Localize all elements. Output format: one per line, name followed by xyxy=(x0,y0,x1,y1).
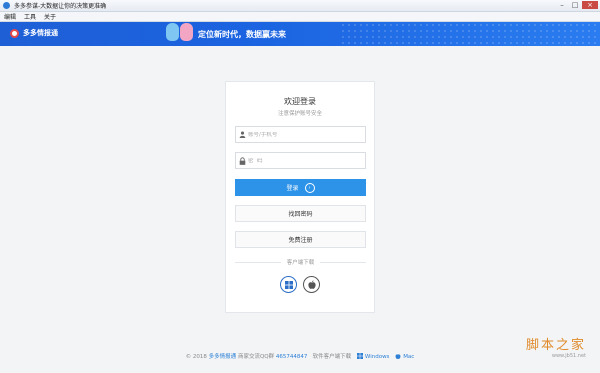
password-input[interactable] xyxy=(248,157,353,164)
menu-bar: 编辑 工具 关于 xyxy=(0,12,600,22)
lock-icon xyxy=(236,153,248,168)
app-icon xyxy=(3,2,10,9)
close-icon[interactable]: × xyxy=(582,1,598,9)
menu-edit[interactable]: 编辑 xyxy=(4,12,16,21)
username-input[interactable] xyxy=(248,131,353,138)
login-title: 欢迎登录 xyxy=(284,97,316,106)
password-field[interactable] xyxy=(235,152,366,169)
header-banner: 多多情报通 定位新时代，数据赢未来 xyxy=(0,22,600,46)
forgot-password-button[interactable]: 找回密码 xyxy=(235,205,366,222)
brand-logo: 多多情报通 xyxy=(10,28,58,38)
maximize-icon[interactable]: □ xyxy=(569,1,581,9)
register-label: 免费注册 xyxy=(288,237,313,244)
logo-text: 多多情报通 xyxy=(23,29,58,37)
footer-windows-link[interactable]: Windows xyxy=(365,354,390,360)
watermark: 脚本之家 www.jb51.net xyxy=(526,334,586,359)
download-text: 软件客户端下载 xyxy=(312,354,352,360)
window-controls: – □ × xyxy=(556,1,598,9)
windows-icon xyxy=(356,352,363,361)
watermark-url: www.jb51.net xyxy=(551,353,586,359)
login-card: 欢迎登录 注意保护账号安全 登录 › 找回密码 免费注册 客户端下载 xyxy=(225,81,375,313)
banner-pattern xyxy=(340,22,600,46)
mac-download-button[interactable] xyxy=(303,276,320,293)
windows-download-button[interactable] xyxy=(280,276,297,293)
qq-label: 商家交流QQ群 xyxy=(237,354,275,360)
menu-about[interactable]: 关于 xyxy=(44,12,56,21)
forgot-password-label: 找回密码 xyxy=(288,211,313,218)
download-label: 客户端下载 xyxy=(286,260,315,266)
login-button[interactable]: 登录 › xyxy=(235,179,366,196)
login-button-label: 登录 xyxy=(286,185,299,192)
window-title: 多多参谋-大数据让你的决策更准确 xyxy=(14,3,107,10)
menu-tools[interactable]: 工具 xyxy=(24,12,36,21)
user-icon xyxy=(236,127,248,142)
logo-icon xyxy=(10,28,19,38)
register-button[interactable]: 免费注册 xyxy=(235,231,366,248)
login-subtitle: 注意保护账号安全 xyxy=(277,111,322,117)
arrow-right-icon: › xyxy=(304,182,315,193)
footer-mac-link[interactable]: Mac xyxy=(403,354,414,360)
banner-slogan: 定位新时代，数据赢未来 xyxy=(198,30,286,39)
apple-icon xyxy=(395,353,401,361)
windows-icon xyxy=(284,280,293,289)
copyright: © 2018 xyxy=(185,354,207,360)
watermark-text: 脚本之家 xyxy=(525,338,586,353)
page-footer: © 2018 多多情报通 商家交流QQ群 465744847 软件客户端下载 W… xyxy=(0,352,600,361)
minimize-icon[interactable]: – xyxy=(556,1,568,9)
window-titlebar: 多多参谋-大数据让你的决策更准确 – □ × xyxy=(0,0,600,12)
username-field[interactable] xyxy=(235,126,366,143)
apple-icon xyxy=(307,280,316,289)
mascot-blue-icon xyxy=(166,23,179,41)
download-divider: 客户端下载 xyxy=(235,258,367,266)
qq-number-link[interactable]: 465744847 xyxy=(276,354,308,360)
footer-brand-link[interactable]: 多多情报通 xyxy=(209,354,237,360)
mascot-pink-icon xyxy=(180,23,193,41)
